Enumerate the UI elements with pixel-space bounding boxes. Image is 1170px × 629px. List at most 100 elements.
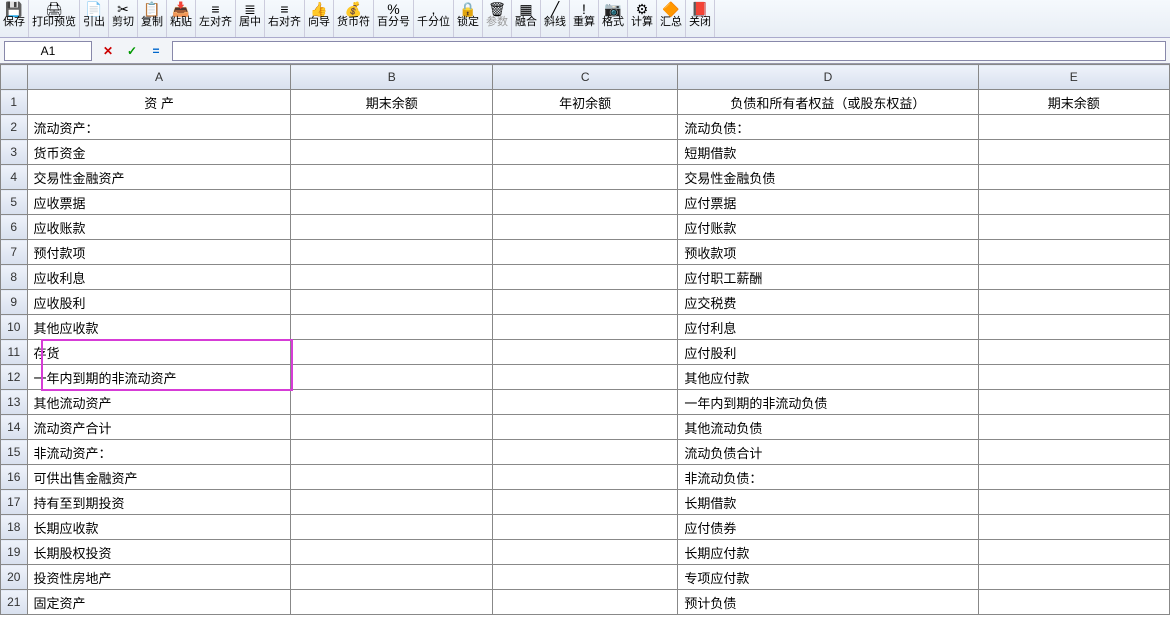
spreadsheet-grid[interactable]: ABCDE1资 产期末余额年初余额负债和所有者权益（或股东权益）期末余额2流动资…: [0, 64, 1170, 615]
cell-B12[interactable]: [291, 365, 492, 390]
confirm-icon[interactable]: ✓: [120, 41, 144, 61]
cell-A10[interactable]: 其他应收款: [27, 315, 291, 340]
cell-A8[interactable]: 应收利息: [27, 265, 291, 290]
row-header-11[interactable]: 11: [1, 340, 28, 365]
row-header-6[interactable]: 6: [1, 215, 28, 240]
save-button[interactable]: 💾保存: [0, 0, 29, 37]
cell-D10[interactable]: 应付利息: [678, 315, 978, 340]
cell-D14[interactable]: 其他流动负债: [678, 415, 978, 440]
row-header-13[interactable]: 13: [1, 390, 28, 415]
column-header-E[interactable]: E: [978, 65, 1169, 90]
cell-B5[interactable]: [291, 190, 492, 215]
cell-C7[interactable]: [492, 240, 677, 265]
cell-C19[interactable]: [492, 540, 677, 565]
column-header-A[interactable]: A: [27, 65, 291, 90]
align-right-button[interactable]: ≡右对齐: [265, 0, 305, 37]
cell-D13[interactable]: 一年内到期的非流动负债: [678, 390, 978, 415]
cell-E20[interactable]: [978, 565, 1169, 590]
cell-E16[interactable]: [978, 465, 1169, 490]
row-header-20[interactable]: 20: [1, 565, 28, 590]
cell-E4[interactable]: [978, 165, 1169, 190]
row-header-3[interactable]: 3: [1, 140, 28, 165]
cell-E5[interactable]: [978, 190, 1169, 215]
wizard-button[interactable]: 👍向导: [305, 0, 334, 37]
cell-C16[interactable]: [492, 465, 677, 490]
cell-C21[interactable]: [492, 590, 677, 615]
cell-E14[interactable]: [978, 415, 1169, 440]
cell-B14[interactable]: [291, 415, 492, 440]
cell-B20[interactable]: [291, 565, 492, 590]
cell-C12[interactable]: [492, 365, 677, 390]
cell-E2[interactable]: [978, 115, 1169, 140]
cell-D15[interactable]: 流动负债合计: [678, 440, 978, 465]
row-header-21[interactable]: 21: [1, 590, 28, 615]
column-header-D[interactable]: D: [678, 65, 978, 90]
row-header-9[interactable]: 9: [1, 290, 28, 315]
column-header-B[interactable]: B: [291, 65, 492, 90]
cell-A21[interactable]: 固定资产: [27, 590, 291, 615]
cell-B13[interactable]: [291, 390, 492, 415]
row-header-17[interactable]: 17: [1, 490, 28, 515]
cell-D8[interactable]: 应付职工薪酬: [678, 265, 978, 290]
cell-A13[interactable]: 其他流动资产: [27, 390, 291, 415]
row-header-12[interactable]: 12: [1, 365, 28, 390]
row-header-19[interactable]: 19: [1, 540, 28, 565]
row-header-15[interactable]: 15: [1, 440, 28, 465]
cell-C10[interactable]: [492, 315, 677, 340]
row-header-7[interactable]: 7: [1, 240, 28, 265]
cell-D19[interactable]: 长期应付款: [678, 540, 978, 565]
row-header-1[interactable]: 1: [1, 90, 28, 115]
cell-B6[interactable]: [291, 215, 492, 240]
row-header-2[interactable]: 2: [1, 115, 28, 140]
cell-D2[interactable]: 流动负债：: [678, 115, 978, 140]
cell-C14[interactable]: [492, 415, 677, 440]
cell-C20[interactable]: [492, 565, 677, 590]
cell-E7[interactable]: [978, 240, 1169, 265]
cell-D6[interactable]: 应付账款: [678, 215, 978, 240]
formula-input[interactable]: [172, 41, 1166, 61]
select-all-corner[interactable]: [1, 65, 28, 90]
cell-E8[interactable]: [978, 265, 1169, 290]
cell-E11[interactable]: [978, 340, 1169, 365]
cell-E18[interactable]: [978, 515, 1169, 540]
cell-A12[interactable]: 一年内到期的非流动资产: [27, 365, 291, 390]
cell-B19[interactable]: [291, 540, 492, 565]
cell-A1[interactable]: 资 产: [27, 90, 291, 115]
cell-D3[interactable]: 短期借款: [678, 140, 978, 165]
cell-D12[interactable]: 其他应付款: [678, 365, 978, 390]
cell-C1[interactable]: 年初余额: [492, 90, 677, 115]
merge-button[interactable]: ▦融合: [512, 0, 541, 37]
cell-C13[interactable]: [492, 390, 677, 415]
cell-E15[interactable]: [978, 440, 1169, 465]
copy-button[interactable]: 📋复制: [138, 0, 167, 37]
cut-button[interactable]: ✂剪切: [109, 0, 138, 37]
cell-A11[interactable]: 存货: [27, 340, 291, 365]
row-header-8[interactable]: 8: [1, 265, 28, 290]
cancel-icon[interactable]: ✕: [96, 41, 120, 61]
cell-C15[interactable]: [492, 440, 677, 465]
cell-B3[interactable]: [291, 140, 492, 165]
cell-A3[interactable]: 货币资金: [27, 140, 291, 165]
cell-A15[interactable]: 非流动资产：: [27, 440, 291, 465]
cell-D20[interactable]: 专项应付款: [678, 565, 978, 590]
cell-C4[interactable]: [492, 165, 677, 190]
cell-D1[interactable]: 负债和所有者权益（或股东权益）: [678, 90, 978, 115]
currency-button[interactable]: 💰货币符: [334, 0, 374, 37]
cell-B21[interactable]: [291, 590, 492, 615]
cell-D7[interactable]: 预收款项: [678, 240, 978, 265]
cell-C17[interactable]: [492, 490, 677, 515]
paste-button[interactable]: 📥粘贴: [167, 0, 196, 37]
cell-B1[interactable]: 期末余额: [291, 90, 492, 115]
params-button[interactable]: 🗑参数: [483, 0, 512, 37]
cell-A19[interactable]: 长期股权投资: [27, 540, 291, 565]
recalc-button[interactable]: !重算: [570, 0, 599, 37]
cell-B7[interactable]: [291, 240, 492, 265]
cell-A2[interactable]: 流动资产：: [27, 115, 291, 140]
align-center-button[interactable]: ≣居中: [236, 0, 265, 37]
cell-C9[interactable]: [492, 290, 677, 315]
cell-C3[interactable]: [492, 140, 677, 165]
cell-A14[interactable]: 流动资产合计: [27, 415, 291, 440]
cell-C5[interactable]: [492, 190, 677, 215]
cell-E9[interactable]: [978, 290, 1169, 315]
cell-B17[interactable]: [291, 490, 492, 515]
